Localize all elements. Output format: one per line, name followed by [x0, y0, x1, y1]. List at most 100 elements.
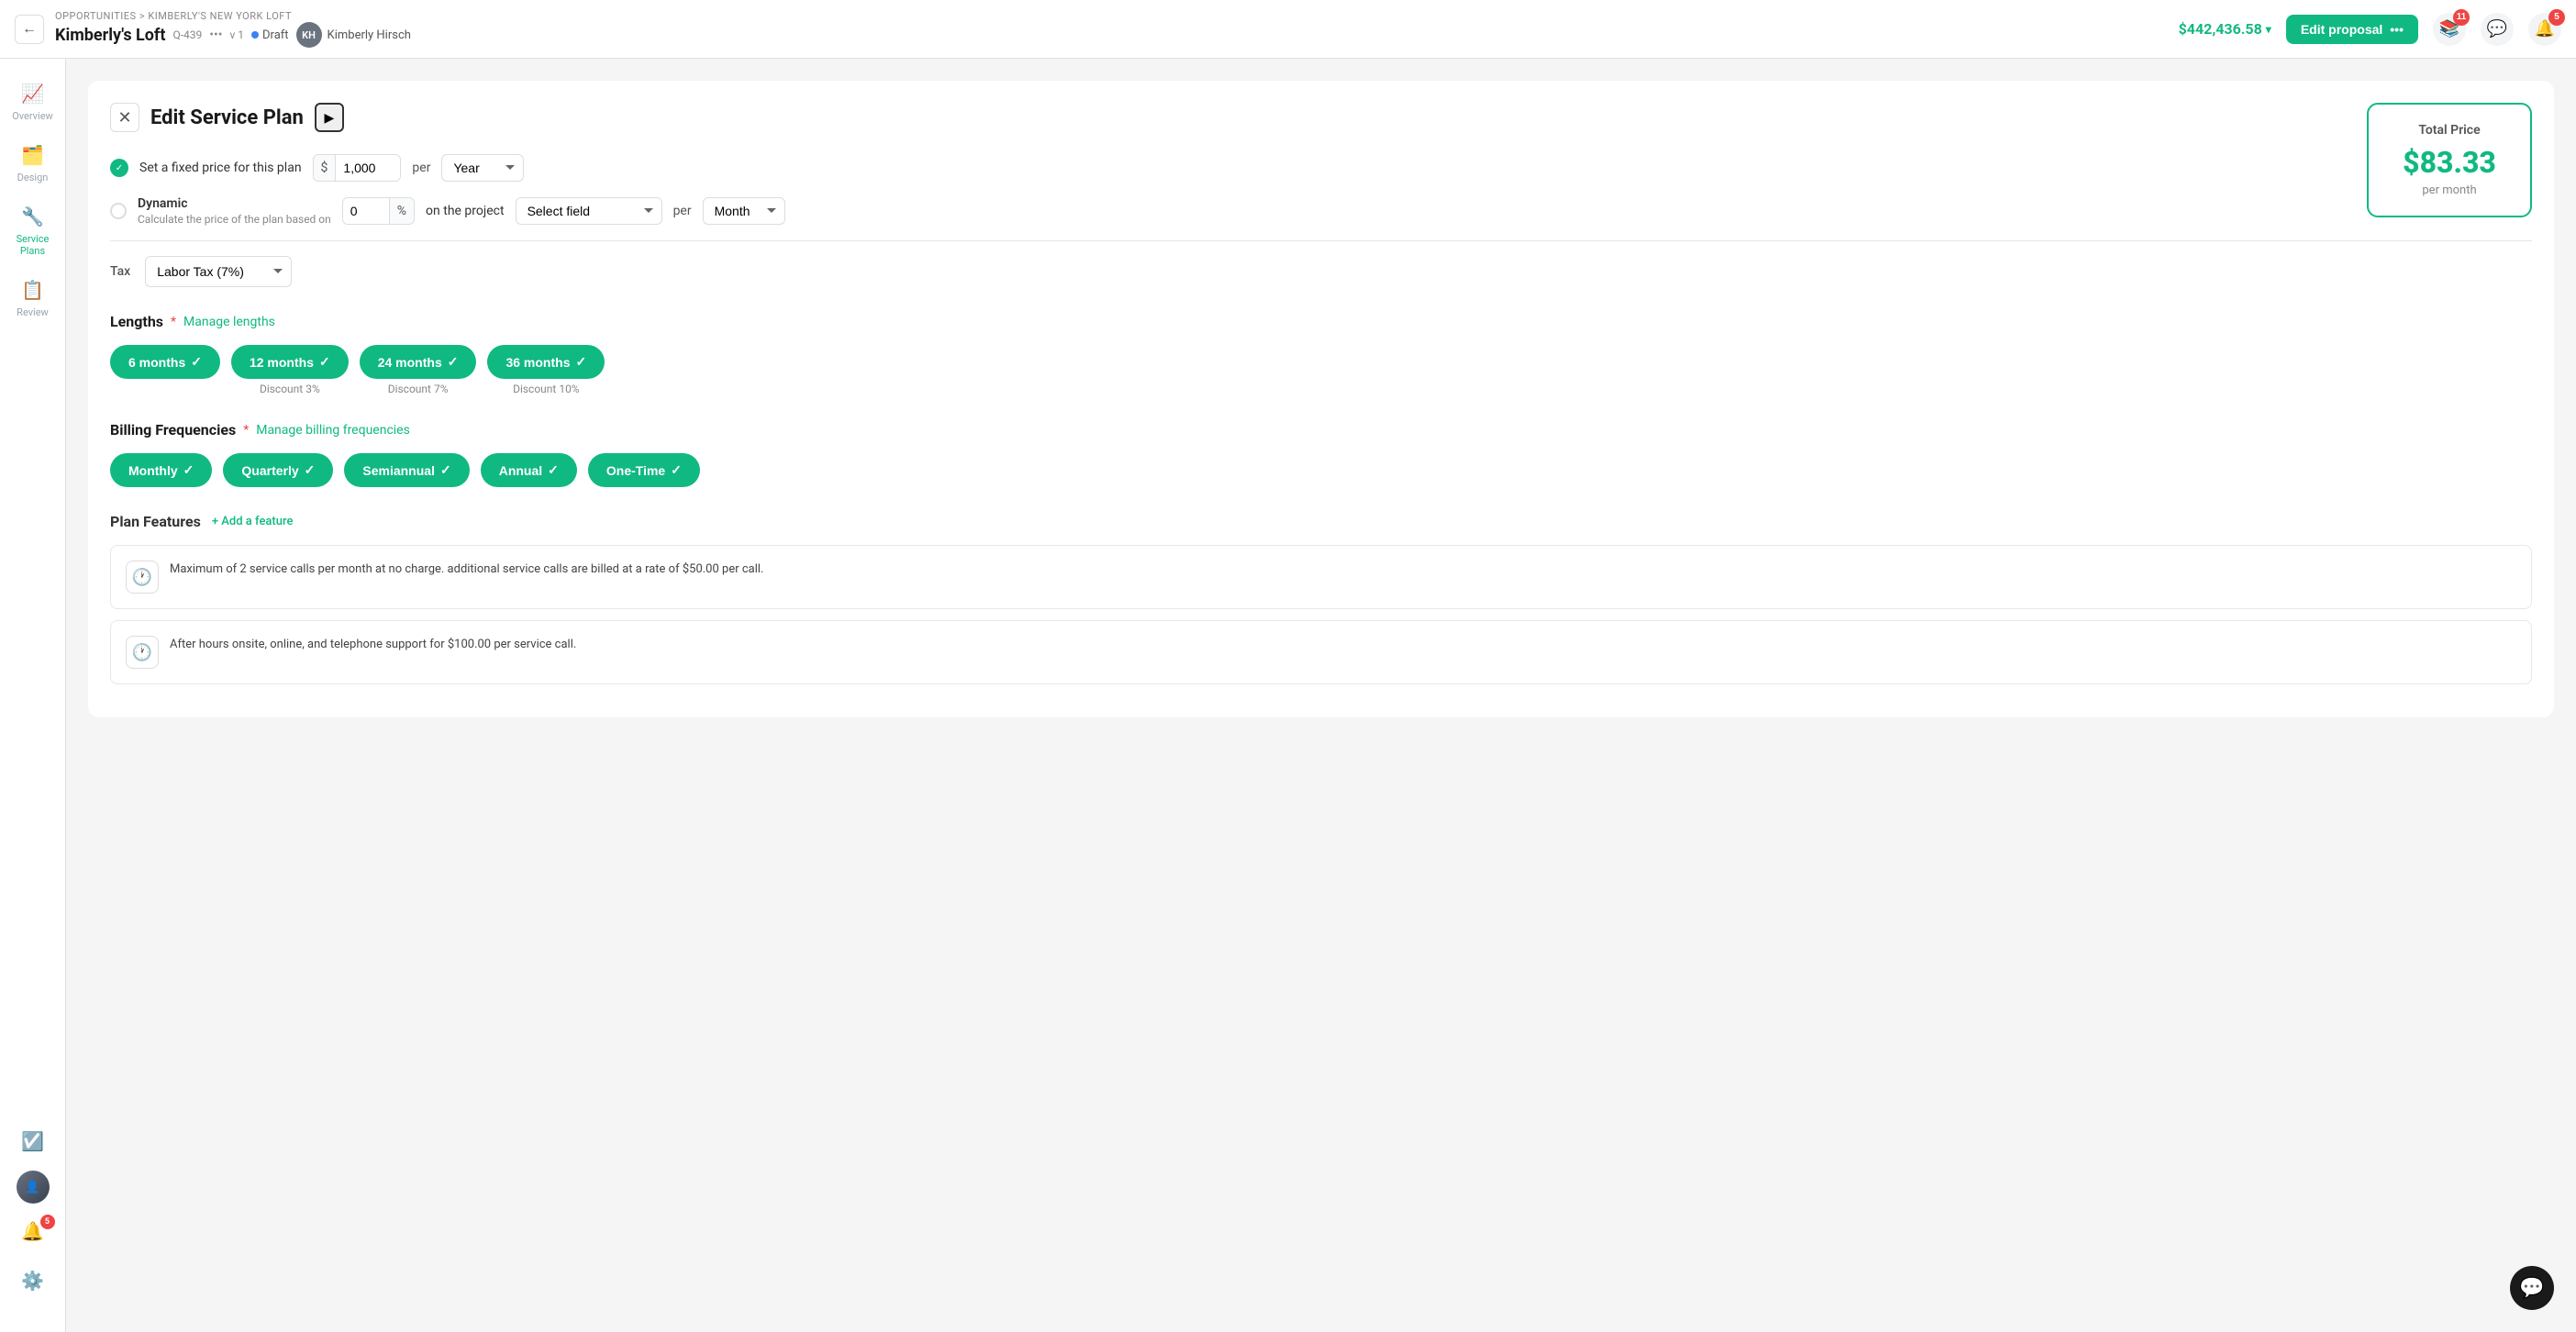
tax-row: Tax Labor Tax (7%) Sales Tax (8%) No Tax	[110, 256, 2532, 287]
edit-proposal-button[interactable]: Edit proposal •••	[2286, 15, 2418, 44]
content-card: Total Price $83.33 per month ✕ Edit Serv…	[88, 81, 2554, 717]
chip-col-6months: 6 months ✓	[110, 345, 220, 379]
pct-sign: %	[389, 198, 414, 224]
chip-onetime-label: One-Time	[606, 463, 665, 478]
page-title: Kimberly's Loft	[55, 26, 165, 45]
user-info: KH Kimberly Hirsch	[296, 22, 411, 48]
chip-12months[interactable]: 12 months ✓	[231, 345, 349, 379]
status-badge: Draft	[251, 28, 289, 42]
overview-icon: 📈	[21, 83, 44, 105]
chat-widget[interactable]: 💬	[2510, 1266, 2554, 1310]
dynamic-subtitle: Calculate the price of the plan based on	[138, 213, 331, 226]
price-input[interactable]	[336, 155, 400, 181]
pct-input-wrap: %	[342, 197, 415, 225]
sidebar-item-settings[interactable]: ⚙️	[4, 1260, 62, 1303]
main-layout: 📈 Overview 🗂️ Design 🔧 Service Plans 📋 R…	[0, 59, 2576, 1332]
close-button[interactable]: ✕	[110, 103, 139, 132]
chip-36months-discount: Discount 10%	[513, 383, 580, 395]
chip-annual[interactable]: Annual ✓	[481, 453, 577, 487]
sidebar-label-overview: Overview	[12, 110, 53, 122]
sidebar-avatar[interactable]: 👤	[17, 1171, 50, 1204]
chip-monthly[interactable]: Monthly ✓	[110, 453, 212, 487]
billing-title: Billing Frequencies	[110, 421, 236, 438]
topbar-right: $442,436.58 ▾ Edit proposal ••• 📚 11 💬 🔔…	[2179, 13, 2561, 46]
total-price-sub: per month	[2394, 183, 2504, 197]
total-price-label: Total Price	[2394, 123, 2504, 138]
books-badge: 11	[2453, 9, 2470, 26]
chip-onetime[interactable]: One-Time ✓	[588, 453, 700, 487]
chip-col-36months: 36 months ✓ Discount 10%	[487, 345, 605, 395]
manage-billing-link[interactable]: Manage billing frequencies	[256, 423, 410, 438]
sidebar-item-design[interactable]: 🗂️ Design	[4, 135, 62, 193]
lengths-header: Lengths * Manage lengths	[110, 313, 2532, 330]
chip-36months-check: ✓	[575, 354, 586, 370]
chip-6months[interactable]: 6 months ✓	[110, 345, 220, 379]
service-plans-icon: 🔧	[21, 205, 44, 228]
chip-monthly-label: Monthly	[128, 463, 178, 478]
chip-24months-label: 24 months	[378, 355, 442, 370]
edit-title: Edit Service Plan	[150, 106, 304, 129]
sidebar-item-tasks[interactable]: ☑️	[4, 1121, 62, 1163]
books-icon-button[interactable]: 📚 11	[2433, 13, 2466, 46]
chip-semiannual-label: Semiannual	[362, 463, 435, 478]
lengths-section: Lengths * Manage lengths 6 months ✓ 12 m…	[110, 313, 2532, 395]
feature-item-2: 🕐 After hours onsite, online, and teleph…	[110, 620, 2532, 684]
manage-lengths-link[interactable]: Manage lengths	[183, 315, 275, 329]
chip-monthly-check: ✓	[183, 462, 194, 478]
feature-text-1: Maximum of 2 service calls per month at …	[170, 561, 763, 579]
plan-features-section: Plan Features + Add a feature 🕐 Maximum …	[110, 513, 2532, 684]
sidebar-label-design: Design	[17, 172, 49, 183]
dynamic-title: Dynamic	[138, 196, 331, 211]
billing-chips-row: Monthly ✓ Quarterly ✓ Semiannual ✓ Annua…	[110, 453, 2532, 487]
feature-icon-2: 🕐	[126, 636, 159, 669]
chip-onetime-check: ✓	[671, 462, 682, 478]
chip-semiannual[interactable]: Semiannual ✓	[344, 453, 469, 487]
sidebar-bottom: ☑️ 👤 🔔 5 ⚙️	[4, 1106, 62, 1317]
billing-section: Billing Frequencies * Manage billing fre…	[110, 421, 2532, 487]
bell-icon-button[interactable]: 🔔 5	[2528, 13, 2561, 46]
period-select[interactable]: Year Month Quarter	[441, 154, 524, 182]
chip-quarterly[interactable]: Quarterly ✓	[223, 453, 333, 487]
sidebar-item-review[interactable]: 📋 Review	[4, 270, 62, 327]
sidebar-item-overview[interactable]: 📈 Overview	[4, 73, 62, 131]
main-content: Total Price $83.33 per month ✕ Edit Serv…	[66, 59, 2576, 1332]
fixed-price-row: ✓ Set a fixed price for this plan $ per …	[110, 154, 2532, 182]
dynamic-label-col: Dynamic Calculate the price of the plan …	[138, 196, 331, 226]
back-button[interactable]: ←	[15, 15, 44, 44]
add-feature-link[interactable]: + Add a feature	[212, 515, 294, 528]
sidebar-label-service-plans: Service Plans	[11, 233, 55, 257]
tax-select[interactable]: Labor Tax (7%) Sales Tax (8%) No Tax	[145, 256, 292, 287]
chip-quarterly-check: ✓	[305, 462, 316, 478]
total-price-link[interactable]: $442,436.58 ▾	[2179, 20, 2271, 38]
breadcrumb: OPPORTUNITIES > KIMBERLY'S NEW YORK LOFT	[55, 10, 411, 22]
feature-item-1: 🕐 Maximum of 2 service calls per month a…	[110, 545, 2532, 609]
sidebar-item-notifications[interactable]: 🔔 5	[4, 1211, 62, 1253]
select-field-dropdown[interactable]: Select field	[516, 197, 662, 225]
chip-36months[interactable]: 36 months ✓	[487, 345, 605, 379]
play-button[interactable]: ▶	[315, 103, 344, 132]
chip-24months[interactable]: 24 months ✓	[360, 345, 477, 379]
chip-quarterly-label: Quarterly	[241, 463, 298, 478]
chip-annual-check: ✓	[548, 462, 559, 478]
dollar-sign: $	[314, 155, 337, 181]
lengths-title: Lengths	[110, 313, 163, 330]
chip-12months-label: 12 months	[250, 355, 314, 370]
chip-36months-label: 36 months	[505, 355, 570, 370]
chevron-down-icon: ▾	[2266, 23, 2271, 36]
dynamic-radio[interactable]	[110, 203, 127, 219]
pct-input[interactable]	[343, 198, 389, 224]
green-check-icon: ✓	[110, 159, 128, 177]
on-project-label: on the project	[426, 204, 505, 218]
chip-col-12months: 12 months ✓ Discount 3%	[231, 345, 349, 395]
required-star: *	[171, 315, 176, 329]
fixed-price-label: Set a fixed price for this plan	[139, 161, 302, 175]
dynamic-period-select[interactable]: Month Quarter Year	[703, 197, 785, 225]
divider	[110, 240, 2532, 241]
feature-icon-1: 🕐	[126, 561, 159, 594]
chat-icon-button[interactable]: 💬	[2481, 13, 2514, 46]
chip-24months-check: ✓	[448, 354, 459, 370]
sidebar-item-service-plans[interactable]: 🔧 Service Plans	[4, 196, 62, 266]
sidebar-label-review: Review	[17, 306, 49, 318]
edit-header: ✕ Edit Service Plan ▶	[110, 103, 2532, 132]
tasks-icon: ☑️	[21, 1130, 44, 1152]
